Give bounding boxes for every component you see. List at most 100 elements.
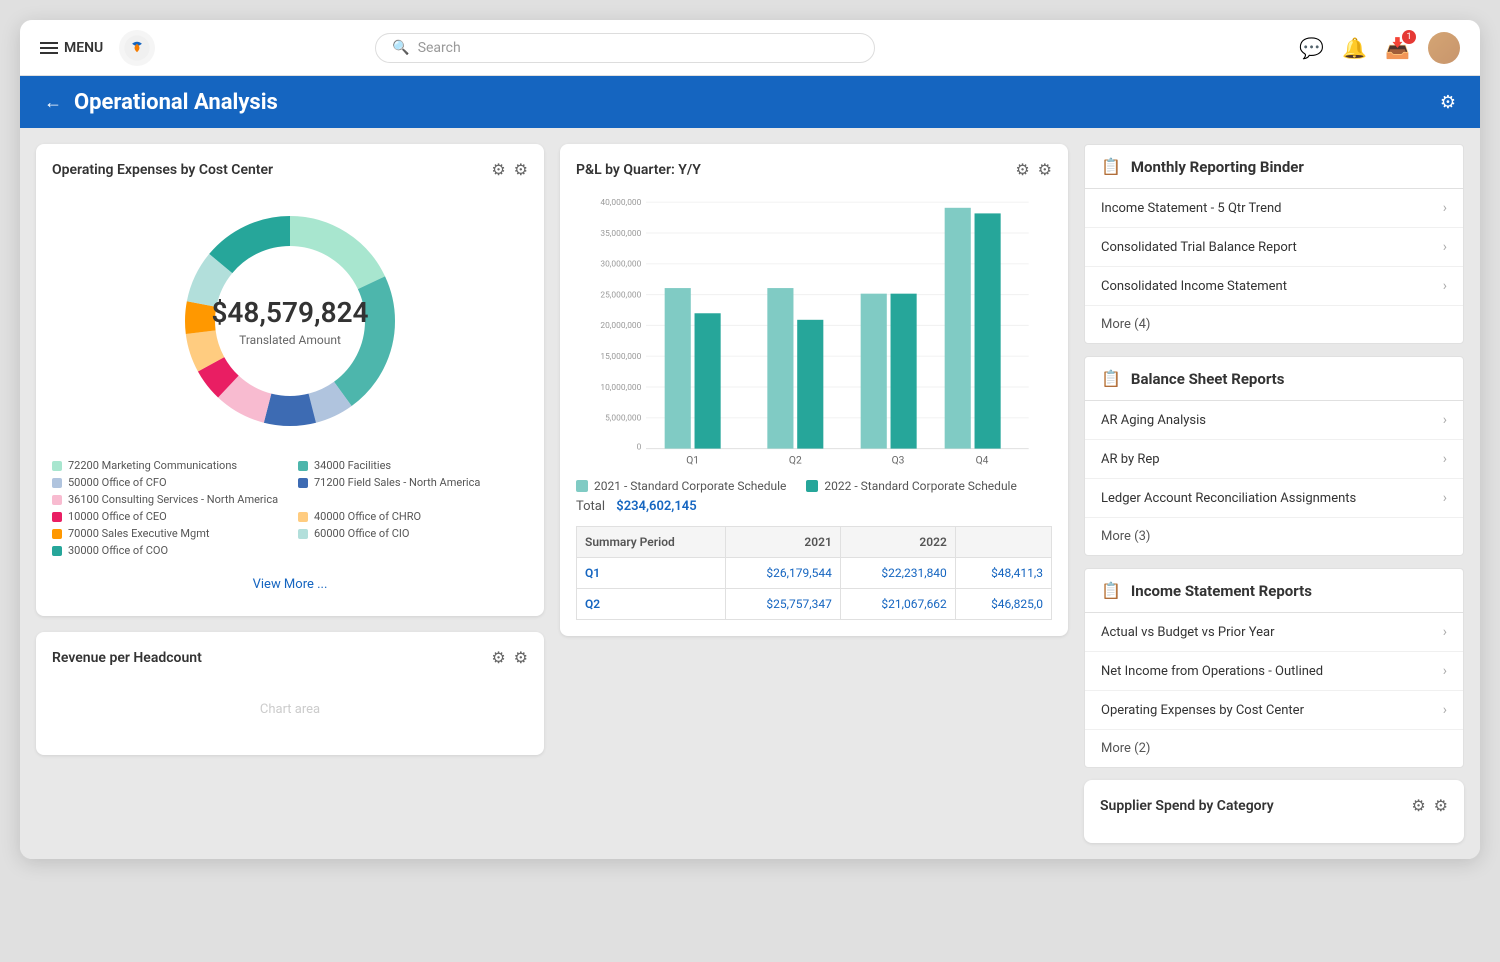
right-panel: 📋 Monthly Reporting Binder Income Statem… [1084, 144, 1464, 843]
view-more-button[interactable]: View More ... [52, 569, 528, 600]
q1-2022-value: $22,231,840 [840, 558, 955, 589]
pl-chart-title: P&L by Quarter: Y/Y [576, 162, 701, 178]
report-item-ledger-reconciliation[interactable]: Ledger Account Reconciliation Assignment… [1085, 479, 1463, 518]
bar-q2-2021 [767, 288, 793, 449]
report-item-more-income[interactable]: More (2) [1085, 730, 1463, 767]
config-icon[interactable]: ⚙ [1038, 160, 1052, 179]
report-item-ar-rep[interactable]: AR by Rep › [1085, 440, 1463, 479]
report-item-label: Operating Expenses by Cost Center [1101, 703, 1304, 718]
card-controls[interactable]: ⚙ ⚙ [491, 160, 528, 179]
supplier-spend-card: Supplier Spend by Category ⚙ ⚙ [1084, 780, 1464, 843]
report-item-label: Actual vs Budget vs Prior Year [1101, 625, 1274, 640]
bar-q2-2022 [797, 320, 823, 449]
svg-text:0: 0 [637, 443, 642, 453]
col-total [955, 527, 1051, 558]
income-statement-icon: 📋 [1101, 581, 1121, 600]
report-item-more-balance[interactable]: More (3) [1085, 518, 1463, 555]
report-item-actual-budget[interactable]: Actual vs Budget vs Prior Year › [1085, 613, 1463, 652]
bar-chart-svg: 40,000,000 35,000,000 30,000,000 25,000,… [576, 191, 1052, 471]
card-controls[interactable]: ⚙ ⚙ [491, 648, 528, 667]
report-item-label: Consolidated Income Statement [1101, 279, 1287, 294]
page-title: Operational Analysis [74, 90, 278, 115]
report-item-opex-cost-center[interactable]: Operating Expenses by Cost Center › [1085, 691, 1463, 730]
donut-chart-svg [170, 201, 410, 441]
svg-text:15,000,000: 15,000,000 [600, 352, 641, 362]
card-controls[interactable]: ⚙ ⚙ [1015, 160, 1052, 179]
filter-icon[interactable]: ⚙ [491, 160, 505, 179]
bar-q4-2022 [975, 213, 1001, 448]
report-item-trial-balance[interactable]: Consolidated Trial Balance Report › [1085, 228, 1463, 267]
report-item-label: Ledger Account Reconciliation Assignment… [1101, 491, 1356, 506]
chat-icon[interactable]: 💬 [1299, 36, 1324, 60]
report-item-ar-aging[interactable]: AR Aging Analysis › [1085, 401, 1463, 440]
balance-sheet-icon: 📋 [1101, 369, 1121, 388]
settings-icon[interactable]: ⚙ [1440, 92, 1456, 113]
report-item-label: Consolidated Trial Balance Report [1101, 240, 1297, 255]
monthly-reporting-header: 📋 Monthly Reporting Binder [1085, 145, 1463, 189]
nav-icons: 💬 🔔 📥 1 [1299, 32, 1460, 64]
q2-2022-value: $21,067,662 [840, 589, 955, 620]
svg-text:Q1: Q1 [686, 454, 699, 467]
legend-dot-2022 [806, 480, 818, 492]
legend-item: 71200 Field Sales - North America [298, 476, 528, 489]
legend-label: 70000 Sales Executive Mgmt [68, 527, 209, 540]
period-q1[interactable]: Q1 [577, 558, 726, 589]
config-icon[interactable]: ⚙ [514, 648, 528, 667]
menu-button[interactable]: MENU [40, 40, 103, 56]
legend-item: 36100 Consulting Services - North Americ… [52, 493, 282, 506]
back-button[interactable]: ← [44, 92, 62, 113]
balance-sheet-title: Balance Sheet Reports [1131, 370, 1285, 388]
col-2021: 2021 [725, 527, 840, 558]
legend-item: 10000 Office of CEO [52, 510, 282, 523]
chevron-right-icon: › [1443, 490, 1447, 506]
top-navigation: MENU 🔍 Search 💬 🔔 📥 1 [20, 20, 1480, 76]
report-item-label: Net Income from Operations - Outlined [1101, 664, 1323, 679]
legend-item: 70000 Sales Executive Mgmt [52, 527, 282, 540]
table-row: Q2 $25,757,347 $21,067,662 $46,825,0 [577, 589, 1052, 620]
legend-label: 10000 Office of CEO [68, 510, 167, 523]
monthly-reporting-title: Monthly Reporting Binder [1131, 158, 1304, 176]
bell-icon[interactable]: 🔔 [1342, 36, 1367, 60]
report-item-net-income[interactable]: Net Income from Operations - Outlined › [1085, 652, 1463, 691]
revenue-headcount-card: Revenue per Headcount ⚙ ⚙ Chart area [36, 632, 544, 755]
workday-logo[interactable] [119, 30, 155, 66]
report-item-income-statement-trend[interactable]: Income Statement - 5 Qtr Trend › [1085, 189, 1463, 228]
pl-chart-card: P&L by Quarter: Y/Y ⚙ ⚙ 40,000,000 35,00… [560, 144, 1068, 636]
chevron-right-icon: › [1443, 200, 1447, 216]
left-column: Operating Expenses by Cost Center ⚙ ⚙ [36, 144, 544, 843]
svg-text:Q2: Q2 [789, 454, 802, 467]
income-statement-section: 📋 Income Statement Reports Actual vs Bud… [1084, 568, 1464, 768]
bar-chart-container: 40,000,000 35,000,000 30,000,000 25,000,… [576, 191, 1052, 471]
search-placeholder: Search [418, 40, 461, 56]
q1-total-value: $48,411,3 [955, 558, 1051, 589]
filter-icon[interactable]: ⚙ [1015, 160, 1029, 179]
svg-text:35,000,000: 35,000,000 [600, 229, 641, 239]
chart-total: Total $234,602,145 [576, 499, 1052, 514]
card-controls[interactable]: ⚙ ⚙ [1411, 796, 1448, 815]
filter-icon[interactable]: ⚙ [491, 648, 505, 667]
report-item-more-monthly[interactable]: More (4) [1085, 306, 1463, 343]
search-icon: 🔍 [392, 40, 409, 56]
col-period: Summary Period [577, 527, 726, 558]
table-header-row: Summary Period 2021 2022 [577, 527, 1052, 558]
config-icon[interactable]: ⚙ [514, 160, 528, 179]
card-title-row: Supplier Spend by Category ⚙ ⚙ [1100, 796, 1448, 815]
config-icon[interactable]: ⚙ [1434, 796, 1448, 815]
svg-text:20,000,000: 20,000,000 [600, 321, 641, 331]
user-avatar[interactable] [1428, 32, 1460, 64]
revenue-headcount-title: Revenue per Headcount [52, 650, 202, 666]
report-item-label: AR Aging Analysis [1101, 413, 1206, 428]
legend-label: 34000 Facilities [314, 459, 391, 472]
chevron-right-icon: › [1443, 702, 1447, 718]
filter-icon[interactable]: ⚙ [1411, 796, 1425, 815]
total-label: Total [576, 499, 605, 514]
q2-total-value: $46,825,0 [955, 589, 1051, 620]
period-q2[interactable]: Q2 [577, 589, 726, 620]
report-item-income-statement[interactable]: Consolidated Income Statement › [1085, 267, 1463, 306]
total-value: $234,602,145 [616, 499, 696, 514]
search-bar[interactable]: 🔍 Search [375, 33, 875, 63]
table-row: Q1 $26,179,544 $22,231,840 $48,411,3 [577, 558, 1052, 589]
inbox-icon[interactable]: 📥 1 [1385, 36, 1410, 60]
hamburger-icon [40, 42, 58, 54]
svg-text:30,000,000: 30,000,000 [600, 260, 641, 270]
